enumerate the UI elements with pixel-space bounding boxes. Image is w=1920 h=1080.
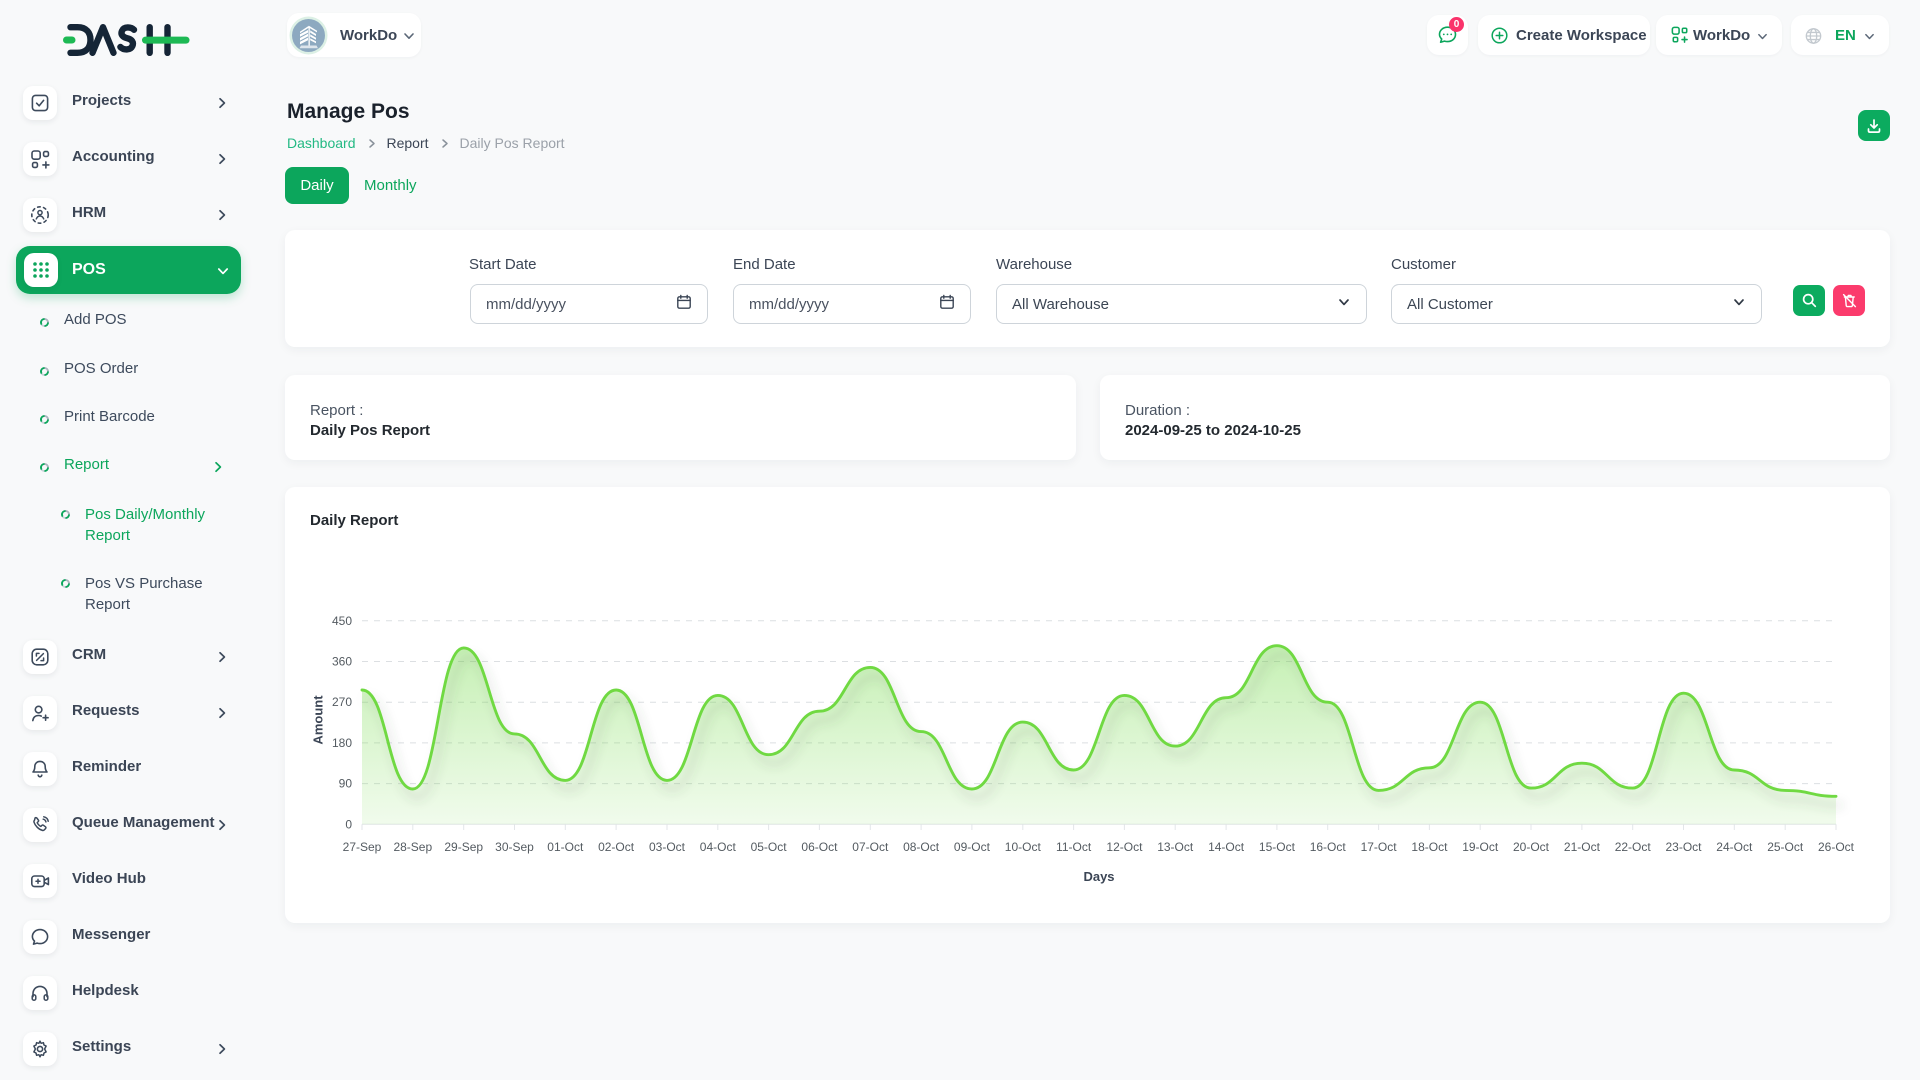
svg-text:12-Oct: 12-Oct xyxy=(1106,840,1143,854)
svg-text:Days: Days xyxy=(1083,869,1114,884)
svg-text:03-Oct: 03-Oct xyxy=(649,840,686,854)
svg-text:360: 360 xyxy=(332,655,352,669)
svg-text:16-Oct: 16-Oct xyxy=(1310,840,1347,854)
svg-text:08-Oct: 08-Oct xyxy=(903,840,940,854)
svg-text:04-Oct: 04-Oct xyxy=(700,840,737,854)
svg-text:26-Oct: 26-Oct xyxy=(1818,840,1855,854)
svg-text:20-Oct: 20-Oct xyxy=(1513,840,1550,854)
svg-text:05-Oct: 05-Oct xyxy=(751,840,788,854)
svg-text:28-Sep: 28-Sep xyxy=(393,840,432,854)
svg-text:11-Oct: 11-Oct xyxy=(1056,840,1092,854)
svg-text:19-Oct: 19-Oct xyxy=(1462,840,1499,854)
svg-text:450: 450 xyxy=(332,614,352,628)
svg-text:02-Oct: 02-Oct xyxy=(598,840,635,854)
svg-text:90: 90 xyxy=(339,777,353,791)
svg-text:10-Oct: 10-Oct xyxy=(1005,840,1042,854)
svg-text:270: 270 xyxy=(332,695,352,709)
svg-text:30-Sep: 30-Sep xyxy=(495,840,534,854)
svg-text:21-Oct: 21-Oct xyxy=(1564,840,1601,854)
svg-text:15-Oct: 15-Oct xyxy=(1259,840,1296,854)
svg-text:09-Oct: 09-Oct xyxy=(954,840,991,854)
svg-text:07-Oct: 07-Oct xyxy=(852,840,889,854)
svg-text:17-Oct: 17-Oct xyxy=(1361,840,1398,854)
svg-text:Amount: Amount xyxy=(311,695,326,745)
svg-text:24-Oct: 24-Oct xyxy=(1716,840,1753,854)
svg-text:180: 180 xyxy=(332,736,352,750)
svg-text:14-Oct: 14-Oct xyxy=(1208,840,1245,854)
svg-text:0: 0 xyxy=(345,817,352,831)
svg-text:29-Sep: 29-Sep xyxy=(444,840,483,854)
svg-text:18-Oct: 18-Oct xyxy=(1411,840,1448,854)
svg-text:22-Oct: 22-Oct xyxy=(1615,840,1652,854)
svg-text:27-Sep: 27-Sep xyxy=(343,840,382,854)
svg-text:06-Oct: 06-Oct xyxy=(801,840,838,854)
svg-text:01-Oct: 01-Oct xyxy=(547,840,584,854)
svg-text:23-Oct: 23-Oct xyxy=(1665,840,1702,854)
svg-text:13-Oct: 13-Oct xyxy=(1157,840,1194,854)
svg-text:25-Oct: 25-Oct xyxy=(1767,840,1804,854)
